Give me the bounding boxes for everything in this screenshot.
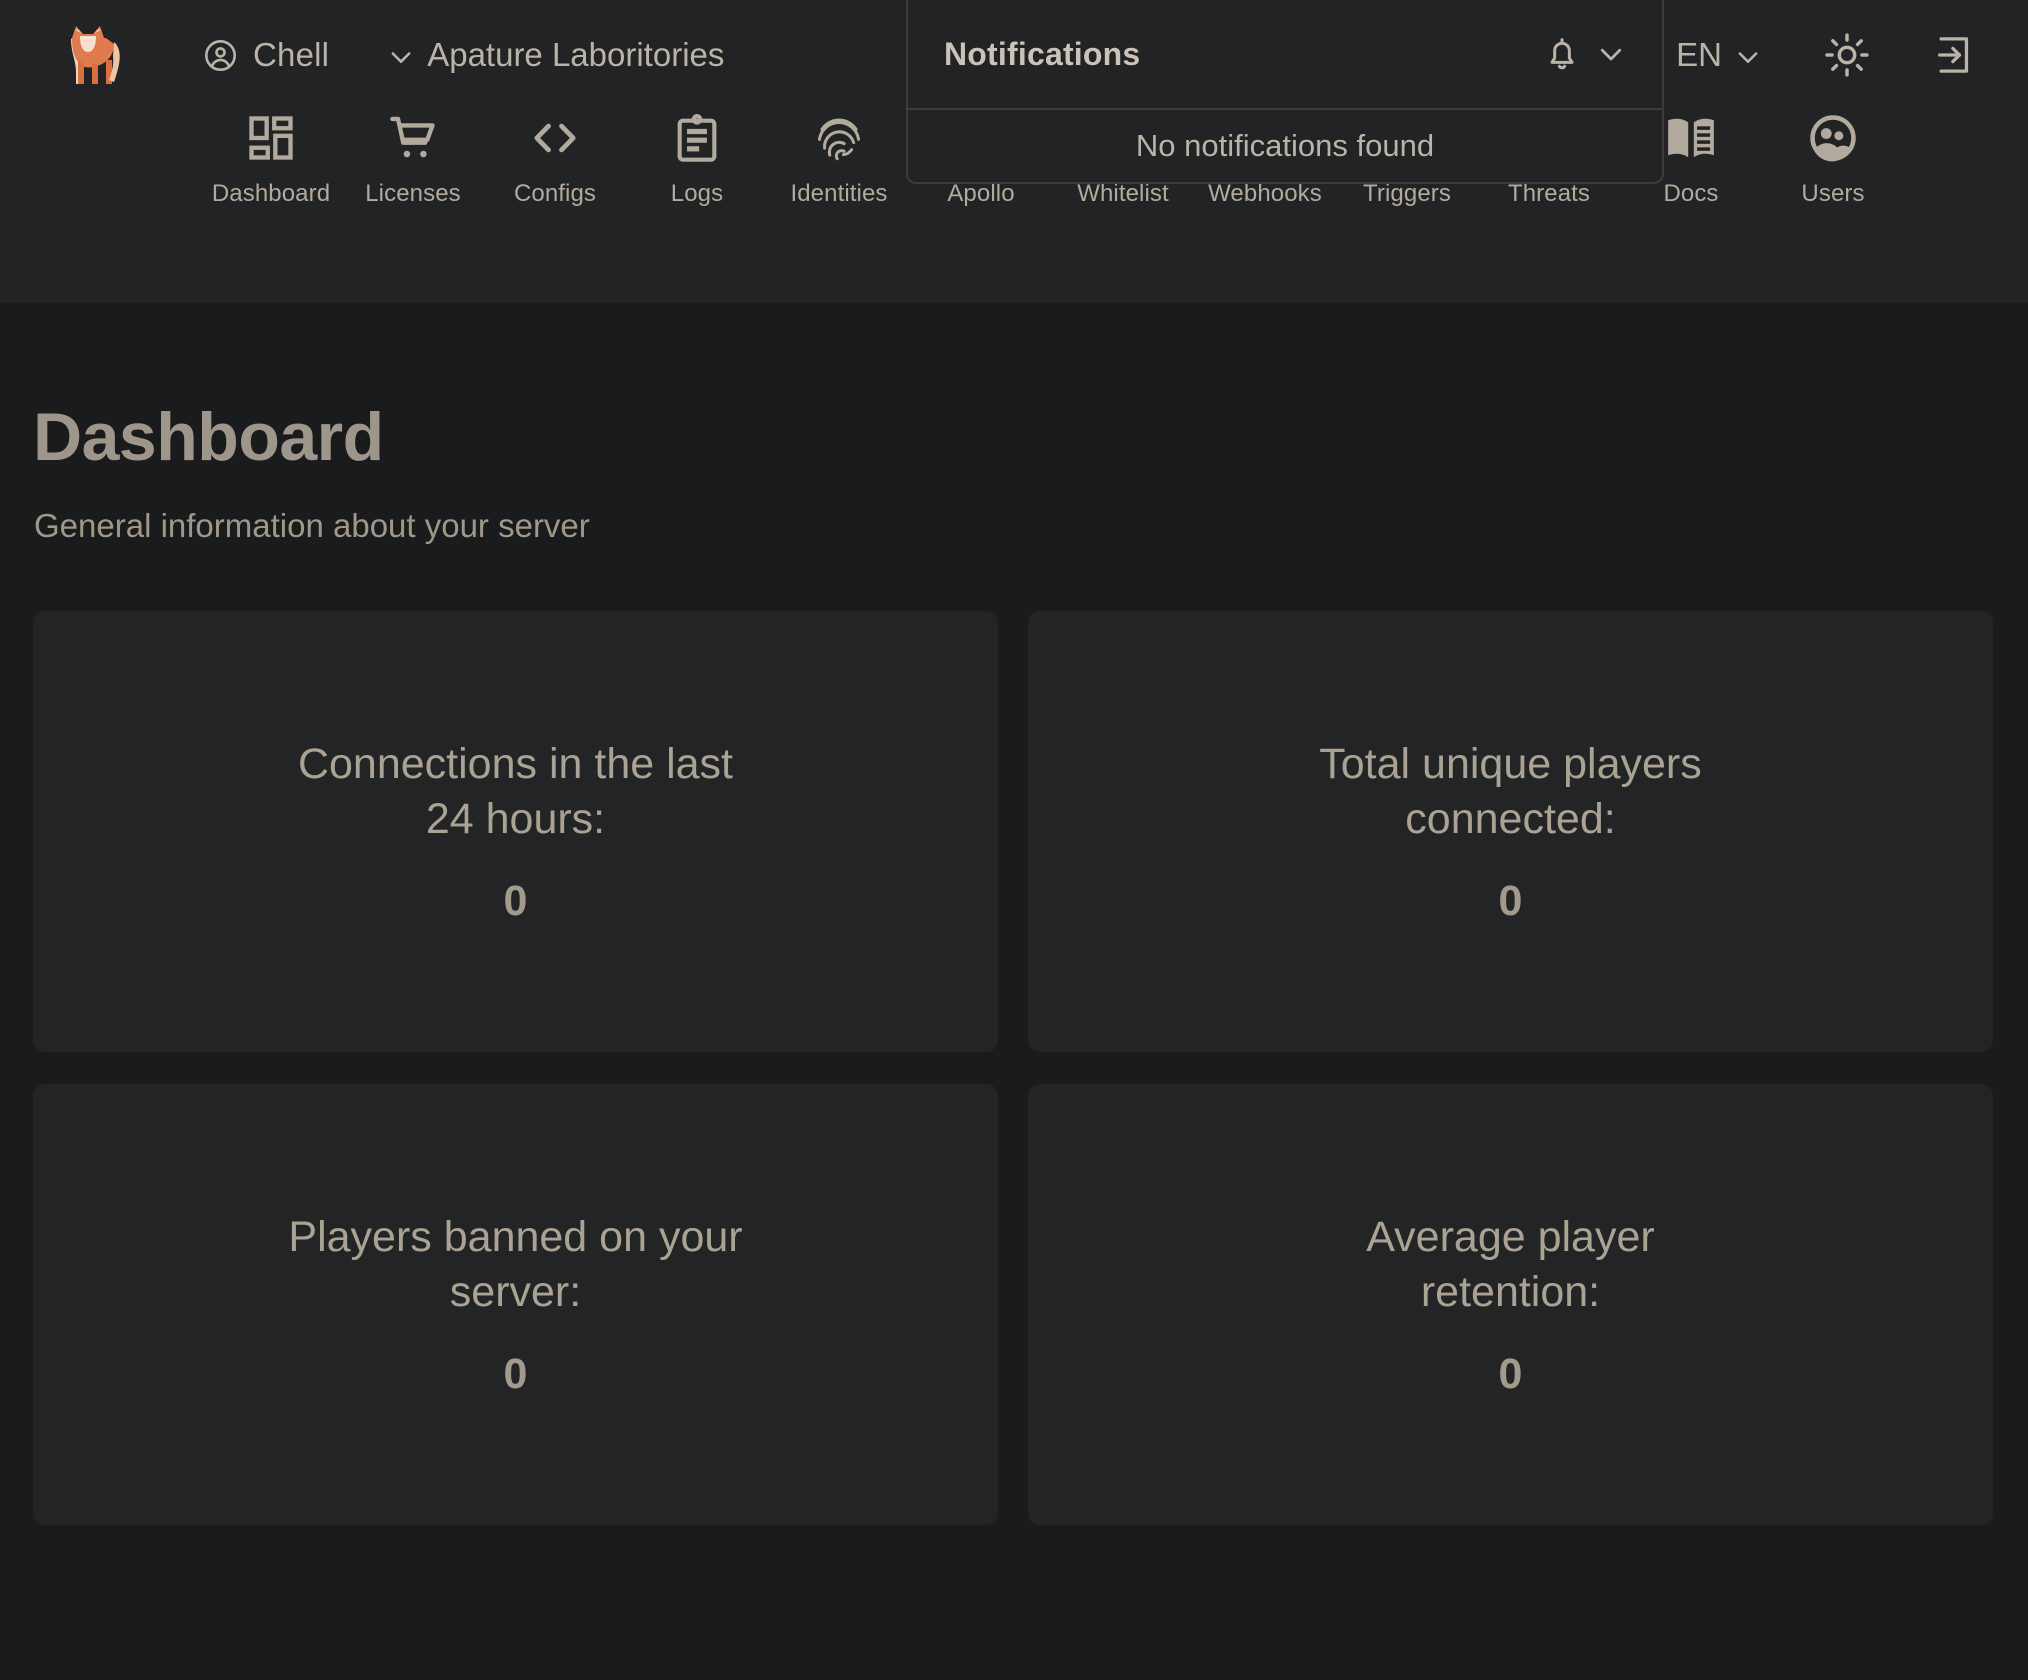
stat-card-value: 0 (503, 1350, 528, 1399)
stat-card-value: 0 (503, 877, 528, 926)
code-brackets-icon (529, 110, 581, 166)
chevron-down-icon (387, 41, 415, 69)
nav-item-licenses[interactable]: Licenses (342, 110, 484, 208)
nav-item-configs[interactable]: Configs (484, 110, 626, 208)
nav-item-users[interactable]: Users (1762, 110, 1904, 208)
notifications-header: Notifications (908, 0, 1662, 108)
stat-card-label: Average player retention: (1366, 1212, 1655, 1316)
nav-label: Triggers (1363, 180, 1451, 207)
stat-card-total-unique-players: Total unique players connected: 0 (1028, 611, 1993, 1052)
page-title: Dashboard (33, 399, 384, 475)
nav-item-identities[interactable]: Identities (768, 110, 910, 208)
user-menu[interactable]: Chell (202, 36, 329, 74)
nav-label: Dashboard (211, 180, 331, 207)
notifications-toggle[interactable] (1542, 34, 1626, 74)
nav-label: Docs (1663, 180, 1719, 207)
user-name: Chell (253, 36, 330, 73)
users-circle-icon (1806, 110, 1860, 166)
shopping-cart-icon (387, 110, 439, 166)
fingerprint-icon (812, 110, 866, 166)
nav-label: Whitelist (1077, 180, 1169, 207)
notifications-title: Notifications (944, 35, 1141, 72)
page-subtitle: General information about your server (34, 507, 590, 544)
language-selector[interactable]: EN (1676, 36, 1762, 74)
nav-label: Users (1801, 180, 1865, 207)
stat-card-average-retention: Average player retention: 0 (1028, 1084, 1993, 1525)
notifications-panel: Notifications No notifications found (906, 0, 1664, 184)
book-icon (1663, 110, 1719, 166)
stat-card-value: 0 (1498, 877, 1523, 926)
stat-card-players-banned: Players banned on your server: 0 (33, 1084, 998, 1525)
app-header: Chell Apature Laboritories EN Dashboard … (0, 0, 2028, 303)
nav-item-logs[interactable]: Logs (626, 110, 768, 208)
organization-selector[interactable]: Apature Laboritories (387, 36, 724, 74)
stat-card-label: Total unique players connected: (1319, 739, 1702, 843)
stat-card-label: Connections in the last 24 hours: (297, 739, 734, 843)
nav-label: Logs (670, 180, 724, 207)
nav-label: Threats (1507, 180, 1591, 207)
sun-icon[interactable] (1824, 32, 1870, 78)
logout-icon[interactable] (1932, 33, 1976, 77)
language-value: EN (1676, 36, 1722, 73)
stat-card-connections-24h: Connections in the last 24 hours: 0 (33, 611, 998, 1052)
nav-label: Configs (513, 180, 597, 207)
nav-label: Licenses (365, 180, 461, 207)
notifications-list: No notifications found (908, 108, 1662, 182)
nav-label: Apollo (947, 180, 1015, 207)
fox-logo[interactable] (62, 24, 122, 86)
chevron-down-icon (1734, 41, 1762, 69)
main-content: Dashboard General information about your… (0, 403, 2028, 1525)
stat-card-grid: Connections in the last 24 hours: 0 Tota… (33, 611, 2028, 1525)
clipboard-list-icon (671, 110, 723, 166)
stat-card-value: 0 (1498, 1350, 1523, 1399)
chevron-down-icon (1596, 39, 1626, 69)
nav-label: Webhooks (1208, 180, 1322, 207)
dashboard-grid-icon (245, 110, 297, 166)
bell-icon (1542, 34, 1582, 74)
organization-name: Apature Laboritories (427, 36, 725, 73)
stat-card-label: Players banned on your server: (288, 1212, 743, 1316)
nav-label: Identities (790, 180, 888, 207)
notifications-empty-message: No notifications found (1135, 128, 1435, 163)
nav-item-dashboard[interactable]: Dashboard (200, 110, 342, 208)
user-circle-icon (202, 37, 239, 74)
